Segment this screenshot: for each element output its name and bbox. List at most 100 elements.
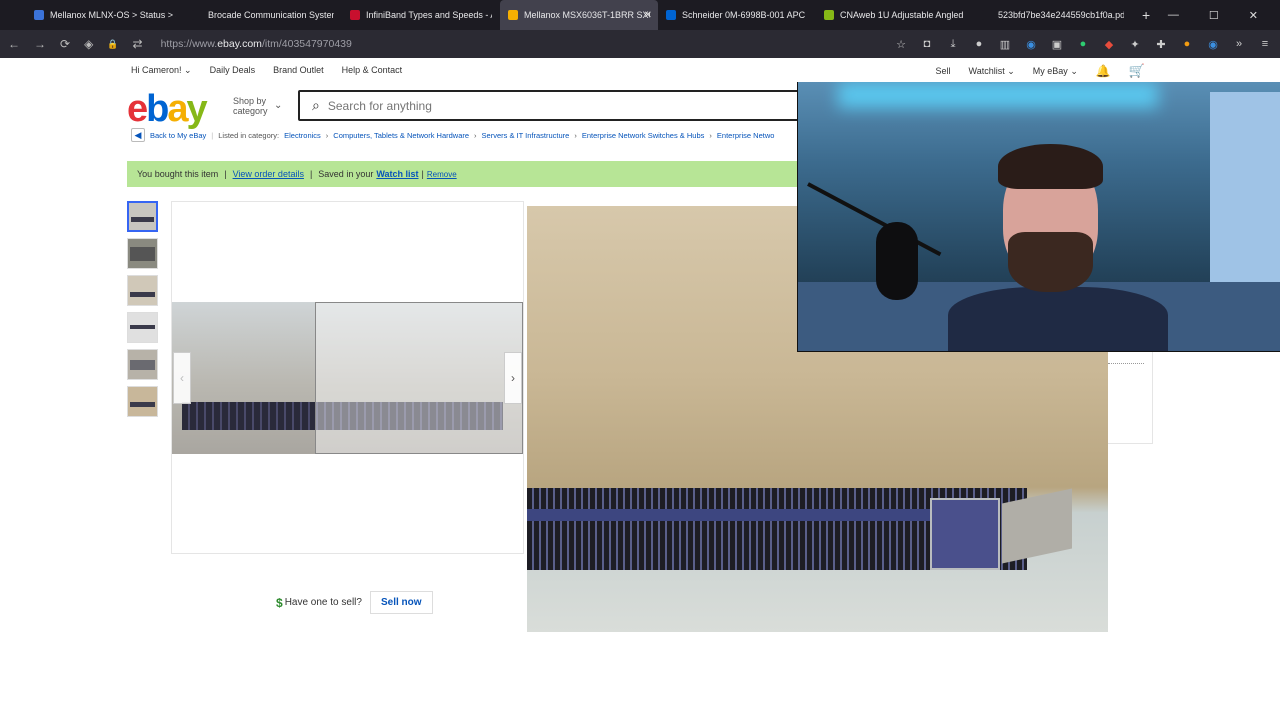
extension-icon[interactable]: ● (1076, 38, 1090, 51)
watch-list-link[interactable]: Watch list (376, 169, 418, 179)
my-ebay-text: My eBay (1032, 65, 1068, 76)
greeting-text: Hi Cameron! (131, 65, 182, 75)
breadcrumb-separator: | (211, 130, 214, 140)
breadcrumb-item[interactable]: Enterprise Network Switches & Hubs (582, 131, 705, 140)
menu-icon[interactable]: ≡ (1258, 38, 1272, 51)
favicon-icon (350, 10, 360, 20)
shield-icon[interactable]: ◈ (84, 37, 93, 51)
breadcrumb-item[interactable]: Enterprise Netwo (717, 131, 775, 140)
arrow-right-icon: › (511, 371, 515, 385)
bought-message: You bought this item (137, 169, 219, 179)
tab-label: CNAweb 1U Adjustable Angled N (840, 10, 966, 20)
back-icon[interactable]: ← (8, 37, 20, 51)
remove-link[interactable]: Remove (427, 170, 457, 179)
extension-icon[interactable]: ▣ (1050, 38, 1064, 51)
product-thumbnail[interactable] (127, 201, 158, 232)
reload-icon[interactable]: ⟳ (60, 37, 70, 51)
favicon-icon (824, 10, 834, 20)
main-product-image[interactable] (172, 302, 523, 454)
permissions-icon[interactable]: ⇄ (133, 37, 143, 51)
browser-tab[interactable]: Mellanox MLNX-OS > Status > Su (26, 0, 184, 30)
purchase-status-banner: You bought this item | View order detail… (127, 161, 807, 187)
chevron-down-icon: ⌄ (184, 65, 192, 75)
close-window-button[interactable]: ✕ (1249, 9, 1258, 22)
chevron-right-icon: › (709, 130, 712, 140)
favicon-icon (982, 10, 992, 20)
shop-by-label: Shop by (233, 96, 267, 106)
back-arrow-icon[interactable]: ◀ (131, 128, 145, 142)
pocket-icon[interactable]: ◘ (920, 38, 934, 51)
product-thumbnail[interactable] (127, 386, 158, 417)
forward-icon[interactable]: → (34, 37, 46, 51)
browser-tab-bar: Mellanox MLNX-OS > Status > Su Brocade Co… (0, 0, 1280, 30)
browser-tab[interactable]: Schneider 0M-6998B-001 APC RAI (658, 0, 816, 30)
ebay-logo[interactable]: ebay (127, 88, 208, 131)
chevron-right-icon: › (574, 130, 577, 140)
search-icon: ⌕ (312, 97, 320, 113)
favicon-icon (666, 10, 676, 20)
logo-letter: a (167, 88, 188, 130)
help-contact-link[interactable]: Help & Contact (342, 65, 403, 76)
back-to-my-ebay-link[interactable]: Back to My eBay (150, 131, 206, 140)
address-bar[interactable]: https://www.ebay.com/itm/403547970439 (161, 38, 352, 50)
sell-link[interactable]: Sell (936, 66, 951, 76)
extension-icon[interactable]: ✚ (1154, 38, 1168, 51)
url-prefix: https://www. (160, 38, 218, 50)
view-order-details-link[interactable]: View order details (233, 169, 304, 179)
extension-icon[interactable]: ✦ (1128, 38, 1142, 51)
search-input[interactable] (327, 98, 728, 113)
favicon-icon (508, 10, 518, 20)
brand-outlet-link[interactable]: Brand Outlet (273, 65, 324, 76)
extension-icon[interactable]: ◉ (1024, 38, 1038, 51)
browser-tab[interactable]: Brocade Communication Systems De (184, 0, 342, 30)
maximize-button[interactable]: ☐ (1209, 9, 1219, 22)
greeting-link[interactable]: Hi Cameron! ⌄ (131, 65, 192, 76)
bookmark-star-icon[interactable]: ☆ (894, 38, 908, 51)
extension-icon[interactable]: ◉ (1206, 38, 1220, 51)
next-image-button[interactable]: › (504, 352, 522, 404)
extension-icon[interactable]: ● (1180, 38, 1194, 51)
daily-deals-link[interactable]: Daily Deals (210, 65, 256, 76)
zoom-lens[interactable] (315, 302, 523, 454)
banner-separator: | (421, 169, 424, 179)
sell-now-button[interactable]: Sell now (369, 591, 433, 614)
cart-icon[interactable]: 🛒 (1129, 63, 1145, 79)
arrow-left-icon: ‹ (180, 371, 184, 385)
browser-tab-active[interactable]: Mellanox MSX6036T-1BRR SX6 ✕ (500, 0, 658, 30)
chevron-down-icon: ⌄ (1070, 65, 1078, 76)
browser-tab[interactable]: 523bfd7be34e244559cb1f0a.pdf (974, 0, 1132, 30)
bell-icon[interactable]: 🔔 (1096, 64, 1111, 78)
breadcrumb-item[interactable]: Electronics (284, 131, 321, 140)
overflow-icon[interactable]: » (1232, 38, 1246, 51)
new-tab-button[interactable]: + (1142, 7, 1150, 23)
sell-question: Have one to sell? (284, 597, 362, 608)
watchlist-link[interactable]: Watchlist ⌄ (969, 66, 1015, 77)
minimize-button[interactable]: — (1168, 9, 1179, 22)
webcam-overlay (797, 82, 1280, 352)
product-thumbnail[interactable] (127, 312, 158, 343)
close-tab-icon[interactable]: ✕ (644, 10, 652, 21)
logo-letter: y (186, 88, 208, 130)
lock-icon[interactable]: 🔒 (107, 39, 118, 50)
product-thumbnail[interactable] (127, 275, 158, 306)
product-thumbnail[interactable] (127, 349, 158, 380)
favicon-icon (34, 10, 44, 20)
saved-in-text: Saved in your (318, 169, 374, 179)
library-icon[interactable]: ▥ (998, 38, 1012, 51)
browser-tab[interactable]: InfiniBand Types and Speeds - Ad (342, 0, 500, 30)
chevron-right-icon: › (325, 130, 329, 140)
product-thumbnail[interactable] (127, 238, 158, 269)
breadcrumb: ◀ Back to My eBay | Listed in category: … (131, 128, 774, 142)
my-ebay-link[interactable]: My eBay ⌄ (1033, 66, 1078, 77)
breadcrumb-item[interactable]: Servers & IT Infrastructure (482, 131, 570, 140)
tab-label: Mellanox MLNX-OS > Status > Su (50, 10, 176, 20)
ebay-top-nav-right: Sell Watchlist ⌄ My eBay ⌄ 🔔 🛒 (936, 63, 1145, 79)
breadcrumb-item[interactable]: Computers, Tablets & Network Hardware (333, 131, 469, 140)
download-icon[interactable]: ⤓ (946, 38, 960, 51)
shop-by-category-button[interactable]: Shop by category (233, 96, 268, 116)
chevron-down-icon[interactable]: ⌄ (274, 100, 282, 111)
previous-image-button[interactable]: ‹ (173, 352, 191, 404)
extension-icon[interactable]: ◆ (1102, 38, 1116, 51)
extension-icon[interactable]: ● (972, 38, 986, 51)
browser-tab[interactable]: CNAweb 1U Adjustable Angled N (816, 0, 974, 30)
